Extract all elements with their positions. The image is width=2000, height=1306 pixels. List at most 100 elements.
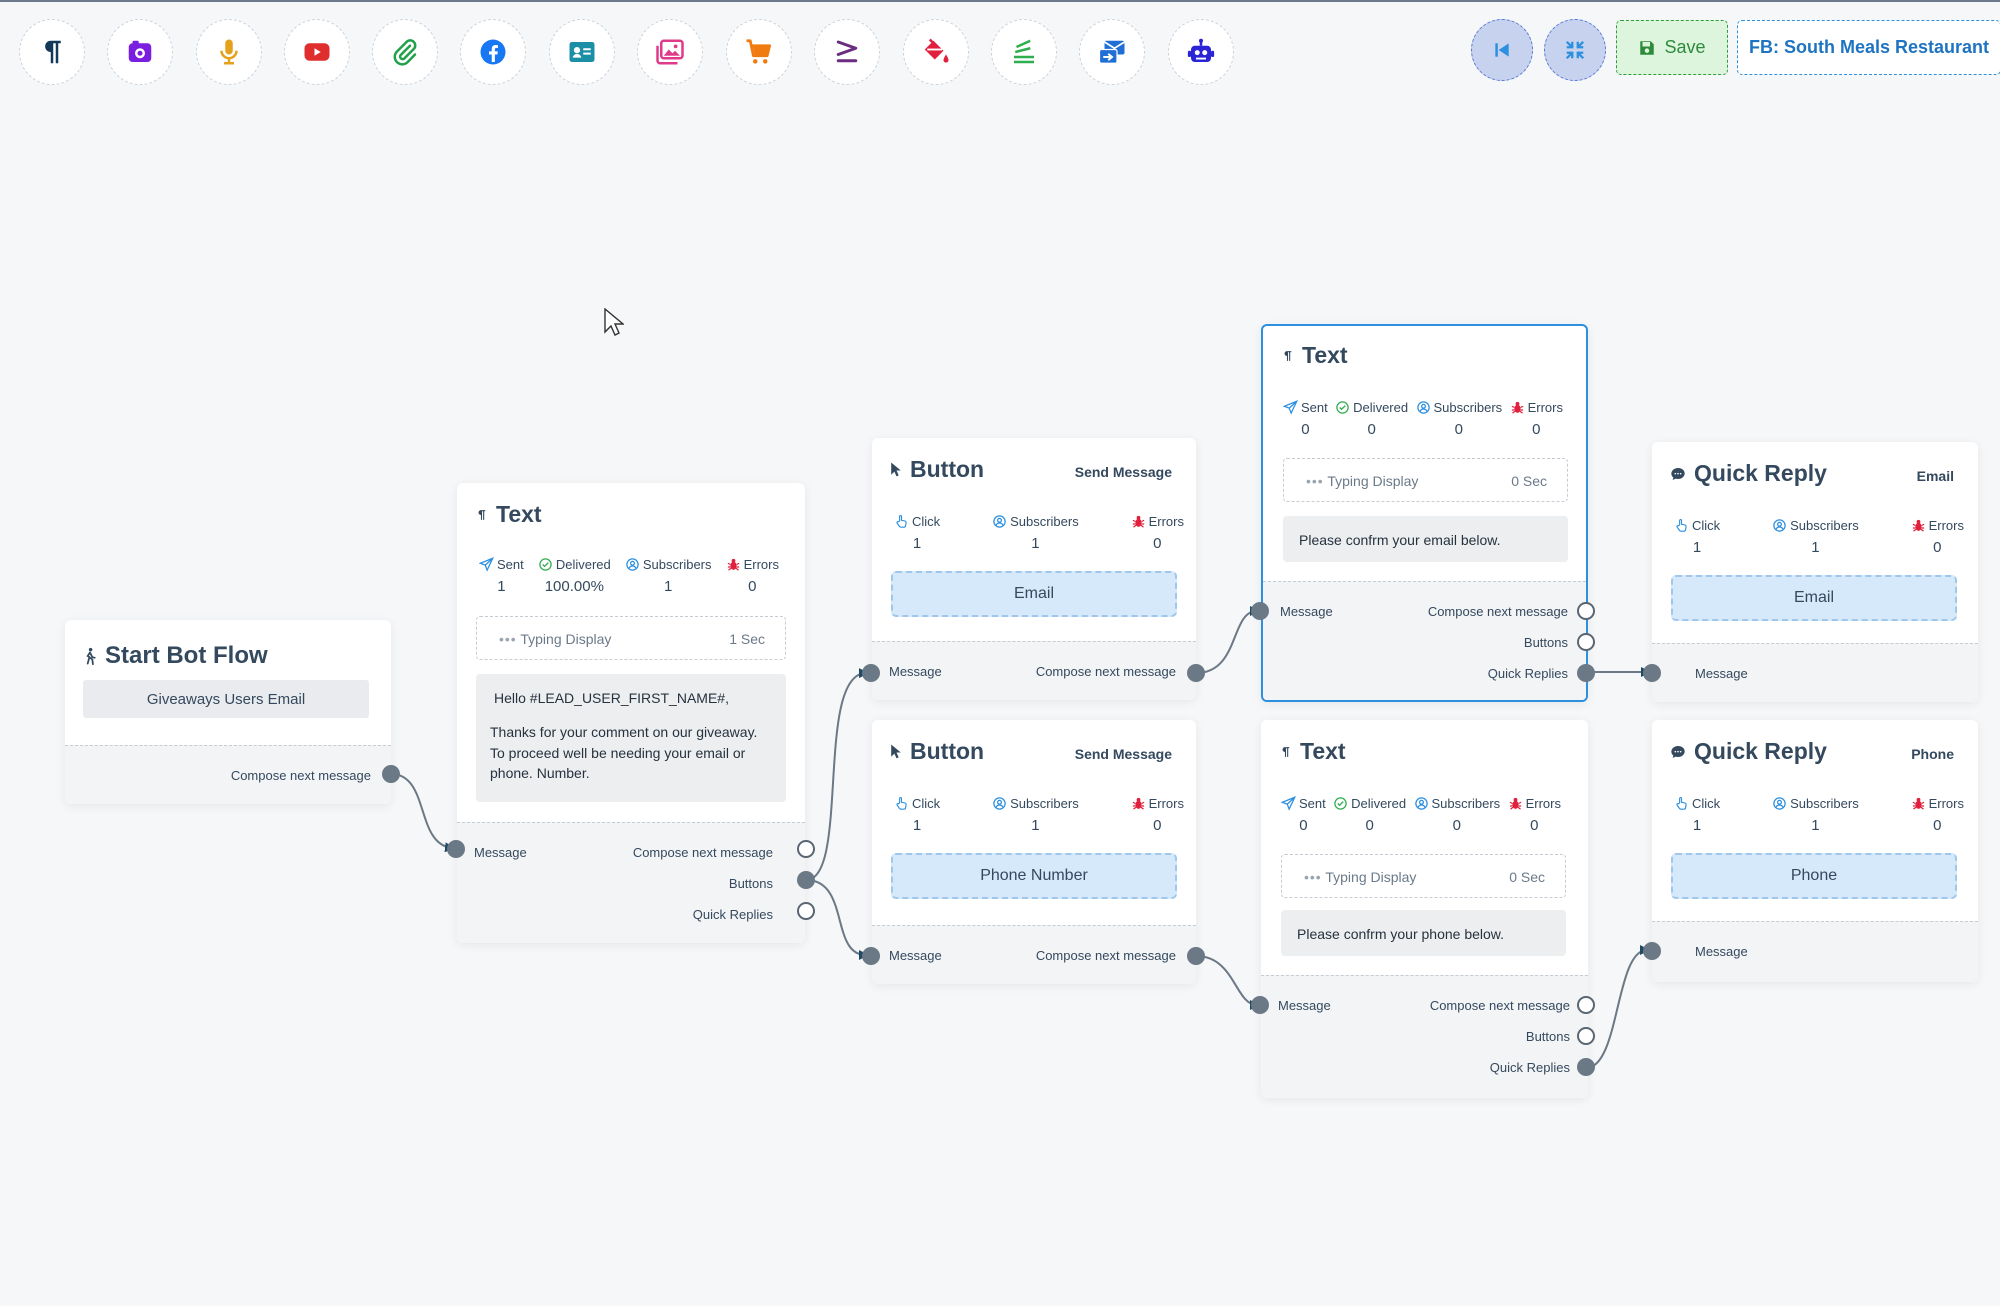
bug-icon [1912,797,1924,810]
node-subtitle: Send Message [1074,464,1172,480]
email-button[interactable]: Email [891,571,1177,617]
node-footer: Message Compose next message Buttons Qui… [457,822,805,943]
node-title: Quick Reply [1670,738,1827,765]
button2-compose-next-port[interactable] [1187,947,1205,965]
text3-buttons-port[interactable] [1577,1027,1595,1045]
typing-display-box[interactable]: ••• Typing Display 0 Sec [1283,458,1568,502]
text-icon [45,40,61,64]
text2-buttons-port[interactable] [1577,633,1595,651]
robot-icon-button[interactable] [1168,19,1234,85]
greater-equal-icon [836,40,858,63]
qr2-message-port[interactable] [1643,942,1661,960]
send-icon [479,557,494,572]
node-title: Quick Reply [1670,460,1827,487]
typing-display-box[interactable]: ••• Typing Display 0 Sec [1281,854,1566,898]
start-trigger-button[interactable]: Giveaways Users Email [83,680,369,718]
card-icon [128,40,152,62]
start-compose-next-port[interactable] [382,765,400,783]
mouse-cursor-icon [604,308,624,336]
typing-dots-icon: ••• [1304,869,1322,885]
quick-reply-node-email[interactable]: Quick Reply Email Click 1 Subscribers 1 Er… [1652,442,1978,702]
text2-compose-next-port[interactable] [1577,602,1595,620]
microphone-icon-button[interactable] [196,19,262,85]
node-title: Text [1281,342,1348,369]
message-box[interactable]: Hello #LEAD_USER_FIRST_NAME#, Thanks for… [476,674,786,802]
message-box[interactable]: Please confrm your phone below. [1281,910,1566,956]
text1-quick-replies-port[interactable] [797,902,815,920]
text1-buttons-port[interactable] [797,871,815,889]
wire-start-to-text1 [390,773,455,853]
hand-pointer-icon [1676,519,1687,532]
mail-forward-icon-button[interactable] [1079,19,1145,85]
node-stats: Sent 1 Delivered 100.00% Subscribers 1 Erro… [479,557,779,595]
node-title: Button [890,456,984,483]
check-circle-icon [1336,401,1349,414]
button-node-email[interactable]: Button Send Message Click 1 Subscribers 1 … [872,438,1196,700]
button-node-phone[interactable]: Button Send Message Click 1 Subscribers 1 … [872,720,1196,984]
collapse-left-button[interactable] [1471,19,1533,81]
wire-button2-to-text3 [1195,955,1260,1010]
text3-message-port[interactable] [1251,996,1269,1014]
greater-equal-icon-button[interactable] [814,19,880,85]
text3-compose-next-port[interactable] [1577,996,1595,1014]
button1-message-port[interactable] [862,664,880,682]
text-node-1[interactable]: Text Sent 1 Delivered 100.00% Subscribers 1… [457,483,805,943]
youtube-icon-button[interactable] [284,19,350,85]
paint-bucket-icon [924,38,949,63]
card-icon-button[interactable] [107,19,173,85]
start-bot-flow-node[interactable]: Start Bot Flow Giveaways Users Email Com… [65,620,391,804]
paint-bucket-icon-button[interactable] [903,19,969,85]
pointer-icon [891,744,901,758]
stack-icon-button[interactable] [991,19,1057,85]
button2-message-port[interactable] [862,947,880,965]
quick-reply-node-phone[interactable]: Quick Reply Phone Click 1 Subscribers 1 Er… [1652,720,1978,982]
text1-message-port[interactable] [447,840,465,858]
mail-forward-icon [1098,40,1125,64]
bug-icon [1132,797,1144,810]
save-button[interactable]: Save [1616,20,1728,75]
compose-next-message-label: Compose next message [230,768,371,783]
user-circle-icon [1773,519,1786,532]
node-footer: Message Compose next message [872,925,1196,984]
node-footer: Message Compose next message Buttons Qui… [1261,975,1588,1098]
user-circle-icon [1414,797,1428,810]
facebook-icon-button[interactable] [460,19,526,85]
compress-button[interactable] [1544,19,1606,81]
hand-pointer-icon [896,515,907,528]
check-circle-icon [1334,797,1347,810]
quick-reply-phone-button[interactable]: Phone [1671,853,1957,899]
text-icon-button[interactable] [19,19,85,85]
node-stats: Sent 0 Delivered 0 Subscribers 0 Errors 0 [1281,796,1561,834]
gallery-icon-button[interactable] [637,19,703,85]
floppy-disk-icon [1640,40,1655,55]
user-circle-icon [626,558,639,571]
text3-quick-replies-port[interactable] [1577,1058,1595,1076]
contact-card-icon [569,42,595,62]
phone-number-button[interactable]: Phone Number [891,853,1177,899]
wire-text1-to-button2 [805,879,869,960]
text-node-3[interactable]: Text Sent 0 Delivered 0 Subscribers 0 Error… [1261,720,1588,1098]
quick-reply-email-button[interactable]: Email [1671,575,1957,621]
qr1-message-port[interactable] [1643,664,1661,682]
message-box[interactable]: Please confrm your email below. [1283,516,1568,562]
skip-back-icon [1495,43,1509,57]
attachment-icon [393,39,417,66]
text1-compose-next-port[interactable] [797,840,815,858]
compress-icon [1565,40,1585,60]
attachment-icon-button[interactable] [372,19,438,85]
paragraph-icon [1282,746,1290,757]
text-node-2[interactable]: Text Sent 0 Delivered 0 Subscribers 0 Error… [1261,324,1588,702]
text2-quick-replies-port[interactable] [1577,664,1595,682]
page-selector-button[interactable]: FB: South Meals Restaurant [1737,20,2000,75]
microphone-icon [220,39,238,65]
contact-card-icon-button[interactable] [549,19,615,85]
node-footer: Compose next message [65,745,391,804]
paragraph-icon [1284,350,1292,361]
paragraph-icon [478,509,486,520]
cart-icon-button[interactable] [726,19,792,85]
typing-display-box[interactable]: ••• Typing Display 1 Sec [476,616,786,660]
node-title: Text [1279,738,1346,765]
button1-compose-next-port[interactable] [1187,664,1205,682]
text2-message-port[interactable] [1251,602,1269,620]
wire-text1-to-button1 [805,668,869,881]
